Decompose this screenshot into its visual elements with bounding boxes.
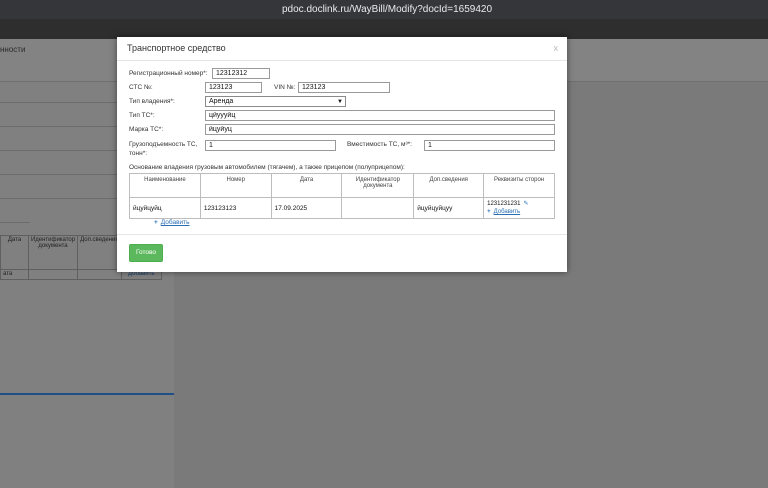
- plus-icon: +: [487, 209, 491, 215]
- edit-pencil-icon[interactable]: ✎: [523, 201, 528, 207]
- ownership-label: Тип владения*:: [129, 98, 175, 105]
- background-header-text: нности: [0, 45, 26, 54]
- brand-input[interactable]: [205, 124, 555, 135]
- basis-table: Наименование Номер Дата Идентификатор до…: [129, 173, 555, 219]
- th-number: Номер: [199, 173, 272, 198]
- th-requisites: Реквизиты сторон: [483, 173, 555, 198]
- th-extra: Доп.сведения: [413, 173, 485, 198]
- vin-label: VIN №:: [274, 84, 296, 91]
- bg-th-identifier: Идентификатор документа: [27, 235, 79, 270]
- basis-label: Основание владения грузовым автомобилем …: [129, 164, 405, 171]
- bg-cell: ата: [0, 269, 29, 280]
- requisites-value: 1231231231: [487, 201, 521, 207]
- bg-cell: [27, 269, 79, 280]
- bg-th-date: Дата: [0, 235, 29, 270]
- bg-th-extra: Доп.сведения: [77, 235, 122, 270]
- reg-number-label: Регистрационный номер*:: [129, 70, 208, 77]
- capacity-input[interactable]: [205, 140, 336, 151]
- add-row-control[interactable]: + Добавить: [154, 219, 190, 226]
- vehicle-type-label: Тип ТС*:: [129, 112, 155, 119]
- table-row: йцуйцуйц 123123123 17.09.2025 йцуйцуйцуу…: [129, 197, 555, 219]
- table-header-row: Наименование Номер Дата Идентификатор до…: [129, 173, 555, 198]
- reg-number-input[interactable]: [212, 68, 270, 79]
- vin-input[interactable]: [298, 82, 390, 93]
- vehicle-modal: Транспортное средство x Регистрационный …: [117, 37, 567, 272]
- th-name: Наименование: [129, 173, 201, 198]
- bg-cell: [77, 269, 122, 280]
- th-date: Дата: [270, 173, 343, 198]
- sts-input[interactable]: [205, 82, 262, 93]
- done-button[interactable]: Готово: [129, 244, 163, 262]
- capacity-label: Грузоподъемность ТС, тонн*:: [129, 141, 198, 157]
- th-identifier: Идентификатор документа: [341, 173, 415, 198]
- cell-identifier: [341, 197, 415, 219]
- cell-name: йцуйцуйц: [129, 197, 201, 219]
- ownership-value: Аренда: [209, 98, 234, 105]
- ownership-select[interactable]: Аренда ▼: [205, 96, 346, 107]
- volume-label: Вместимость ТС, м³*:: [347, 141, 412, 148]
- row-add-link[interactable]: Добавить: [494, 209, 521, 215]
- vehicle-type-input[interactable]: [205, 110, 555, 121]
- cell-number: 123123123: [199, 197, 272, 219]
- plus-icon: +: [154, 219, 158, 226]
- brand-label: Марка ТС*:: [129, 126, 164, 133]
- modal-header: Транспортное средство x: [117, 37, 567, 61]
- cell-requisites: 1231231231 ✎ + Добавить: [483, 197, 555, 219]
- close-icon[interactable]: x: [554, 43, 559, 53]
- sts-label: СТС №:: [129, 84, 153, 91]
- browser-url-bar[interactable]: pdoc.doclink.ru/WayBill/Modify?docId=165…: [0, 0, 768, 19]
- url-text: pdoc.doclink.ru/WayBill/Modify?docId=165…: [281, 4, 493, 15]
- top-strip: [0, 19, 768, 39]
- divider: [0, 222, 30, 223]
- cell-extra: йцуйцуйцуу: [413, 197, 485, 219]
- cell-date: 17.09.2025: [270, 197, 343, 219]
- chevron-down-icon: ▼: [337, 99, 343, 105]
- modal-title: Транспортное средство: [127, 43, 226, 53]
- add-row-link[interactable]: Добавить: [161, 219, 190, 226]
- volume-input[interactable]: [424, 140, 555, 151]
- footer-divider: [117, 234, 567, 235]
- background-blue-line: [0, 393, 174, 395]
